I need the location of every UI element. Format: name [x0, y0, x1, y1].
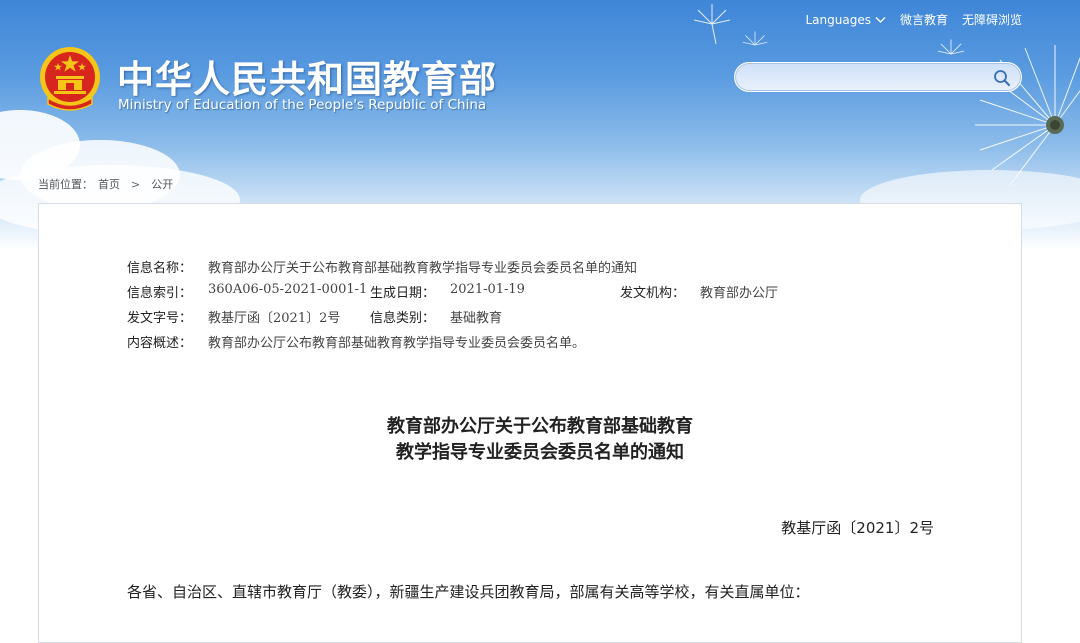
meta-date-value: 2021-01-19 [450, 282, 525, 297]
meta-category-value: 基础教育 [450, 311, 503, 326]
breadcrumb-label: 当前位置： [38, 178, 93, 191]
site-title: 中华人民共和国教育部 [117, 58, 497, 101]
search-input[interactable] [749, 66, 988, 90]
dandelion-seed-icon [693, 4, 731, 45]
document-title-line1: 教育部办公厅关于公布教育部基础教育 [387, 416, 693, 437]
meta-index-value: 360A06-05-2021-0001-1 [208, 282, 368, 297]
document-title-line2: 教学指导专业委员会委员名单的通知 [396, 442, 684, 463]
site-title-en: Ministry of Education of the People's Re… [118, 97, 487, 113]
meta-org-value: 教育部办公厅 [700, 286, 779, 301]
breadcrumb-separator-icon: > [131, 177, 141, 191]
document-number: 教基厅函〔2021〕2号 [781, 519, 934, 537]
languages-label[interactable]: Languages [805, 13, 870, 27]
meta-name-value: 教育部办公厅关于公布教育部基础教育教学指导专业委员会委员名单的通知 [208, 261, 638, 276]
meta-docno-value: 教基厅函〔2021〕2号 [208, 311, 341, 326]
search-icon[interactable] [993, 69, 1011, 87]
meta-summary-label: 内容概述： [127, 336, 193, 351]
meta-summary-value: 教育部办公厅公布教育部基础教育教学指导专业委员会委员名单。 [208, 336, 586, 351]
top-links: Languages 微言教育 无障碍浏览 [805, 11, 1022, 28]
chevron-down-icon[interactable] [875, 16, 886, 24]
breadcrumb-home-link[interactable]: 首页 [98, 176, 120, 192]
meta-date-label: 生成日期： [370, 286, 436, 301]
national-emblem-icon [40, 47, 100, 111]
weibo-link[interactable]: 微言教育 [900, 11, 948, 28]
search-box [734, 62, 1022, 92]
meta-name-label: 信息名称： [127, 261, 193, 276]
accessibility-link[interactable]: 无障碍浏览 [962, 11, 1022, 28]
dandelion-seed-icon [742, 31, 768, 46]
meta-org-label: 发文机构： [620, 286, 686, 301]
languages-menu[interactable]: Languages [805, 13, 886, 27]
breadcrumb-public-link[interactable]: 公开 [151, 176, 173, 192]
breadcrumb: 当前位置： 首页 > 公开 [38, 176, 173, 192]
document-salutation: 各省、自治区、直辖市教育厅（教委），新疆生产建设兵团教育局，部属有关高等学校，有… [127, 583, 810, 601]
meta-index-label: 信息索引： [127, 286, 193, 301]
meta-category-label: 信息类别： [370, 311, 436, 326]
meta-docno-label: 发文字号： [127, 311, 193, 326]
document-title: 教育部办公厅关于公布教育部基础教育 教学指导专业委员会委员名单的通知 [0, 414, 1080, 466]
